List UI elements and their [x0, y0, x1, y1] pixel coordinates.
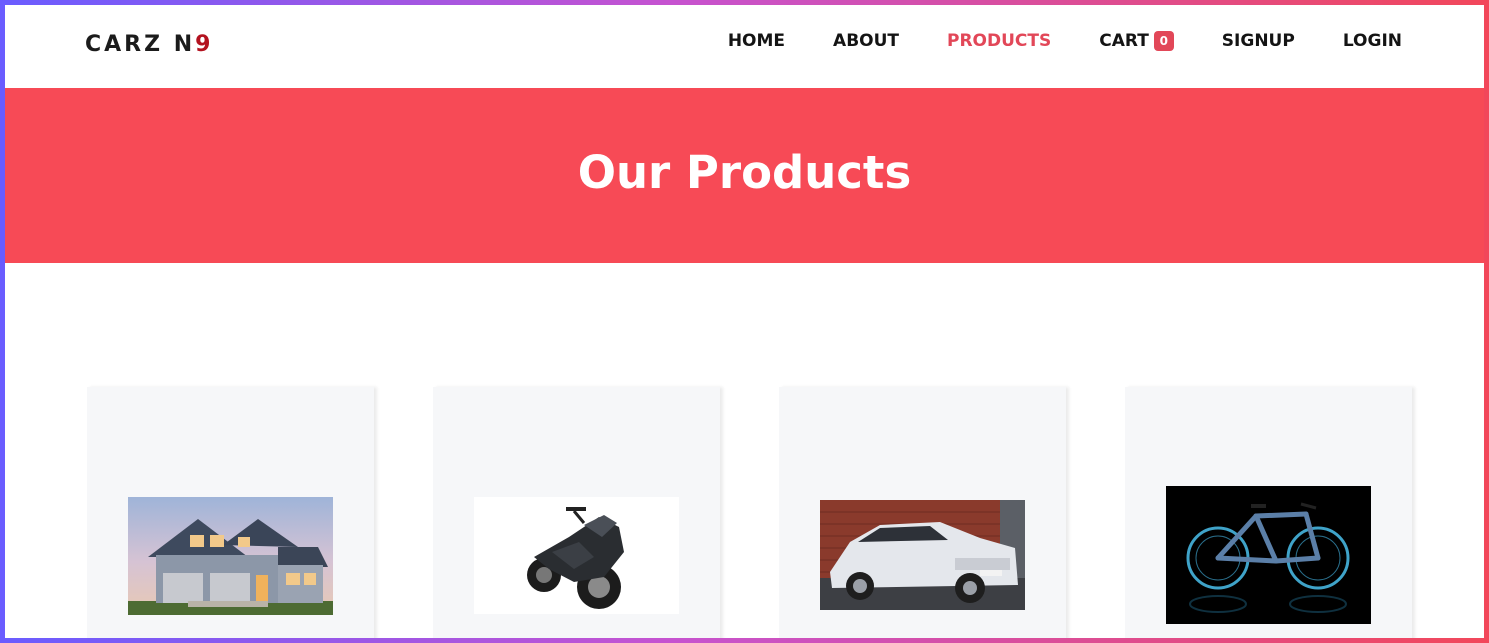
nav-signup[interactable]: SIGNUP [1222, 31, 1295, 51]
page-title: Our Products [577, 146, 912, 199]
nav-login[interactable]: LOGIN [1343, 31, 1402, 51]
page: CARZ N 9 HOME ABOUT PRODUCTS CART 0 SIGN… [5, 5, 1484, 638]
nav-cart-label: CART [1099, 31, 1149, 51]
house-image [128, 497, 333, 615]
product-card-suv[interactable] [779, 387, 1066, 638]
nav-about[interactable]: ABOUT [833, 31, 899, 51]
nav-products[interactable]: PRODUCTS [947, 31, 1051, 51]
suv-image [820, 500, 1025, 610]
logo[interactable]: CARZ N 9 [85, 32, 213, 57]
product-card-bicycle[interactable] [1125, 387, 1412, 638]
hero-banner: Our Products [5, 88, 1484, 263]
product-card-house[interactable] [87, 387, 374, 638]
product-grid [87, 387, 1412, 638]
cart-count-badge: 0 [1153, 31, 1174, 51]
main-nav: HOME ABOUT PRODUCTS CART 0 SIGNUP LOGIN [680, 31, 1402, 51]
site-header: CARZ N 9 HOME ABOUT PRODUCTS CART 0 SIGN… [5, 5, 1484, 88]
nav-cart[interactable]: CART 0 [1099, 31, 1174, 51]
motorcycle-image [474, 497, 679, 614]
logo-text: CARZ N [85, 32, 196, 57]
logo-accent: 9 [195, 32, 214, 57]
bicycle-image [1166, 486, 1371, 624]
nav-home[interactable]: HOME [728, 31, 785, 51]
product-card-motorcycle[interactable] [433, 387, 720, 638]
